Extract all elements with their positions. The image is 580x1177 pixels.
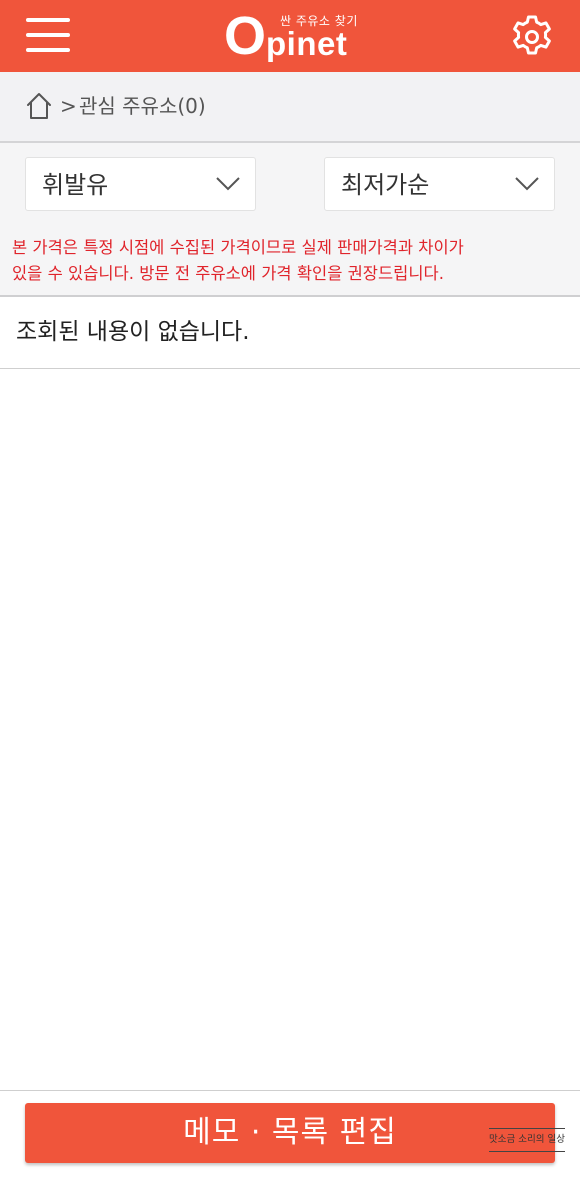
sort-order-value: 최저가순 bbox=[341, 171, 430, 199]
watermark: 맛소금 소리의 일상 bbox=[489, 1128, 565, 1152]
gear-icon[interactable] bbox=[508, 13, 556, 61]
breadcrumb-separator: > bbox=[60, 94, 77, 118]
chevron-down-icon bbox=[515, 177, 539, 191]
notice-line-1: 본 가격은 특정 시점에 수집된 가격이므로 실제 판매가격과 차이가 bbox=[12, 238, 464, 257]
empty-message: 조회된 내용이 없습니다. bbox=[16, 319, 250, 345]
page-title: 관심 주유소(0) bbox=[79, 94, 206, 118]
home-icon[interactable] bbox=[26, 92, 52, 120]
empty-list-row: 조회된 내용이 없습니다. bbox=[0, 297, 580, 369]
fuel-type-select[interactable]: 휘발유 bbox=[25, 157, 256, 211]
logo-wordmark: pinet bbox=[266, 25, 348, 62]
edit-button-label: 메모 · 목록 편집 bbox=[183, 1115, 397, 1150]
notice-line-2: 있을 수 있습니다. 방문 전 주유소에 가격 확인을 권장드립니다. bbox=[12, 264, 444, 283]
price-notice: 본 가격은 특정 시점에 수집된 가격이므로 실제 판매가격과 차이가 있을 수… bbox=[0, 227, 580, 297]
app-header: 싼 주유소 찾기 O pinet bbox=[0, 0, 580, 72]
filter-bar: 휘발유 최저가순 bbox=[0, 143, 580, 227]
edit-memo-list-button[interactable]: 메모 · 목록 편집 bbox=[25, 1103, 555, 1163]
opinet-logo[interactable]: 싼 주유소 찾기 O pinet bbox=[224, 4, 364, 68]
sort-order-select[interactable]: 최저가순 bbox=[324, 157, 555, 211]
fuel-type-value: 휘발유 bbox=[42, 171, 109, 199]
chevron-down-icon bbox=[216, 177, 240, 191]
hamburger-menu-icon[interactable] bbox=[26, 16, 72, 54]
breadcrumb: > 관심 주유소(0) bbox=[0, 72, 580, 143]
footer-divider bbox=[0, 1090, 580, 1091]
logo-initial: O bbox=[224, 6, 267, 66]
